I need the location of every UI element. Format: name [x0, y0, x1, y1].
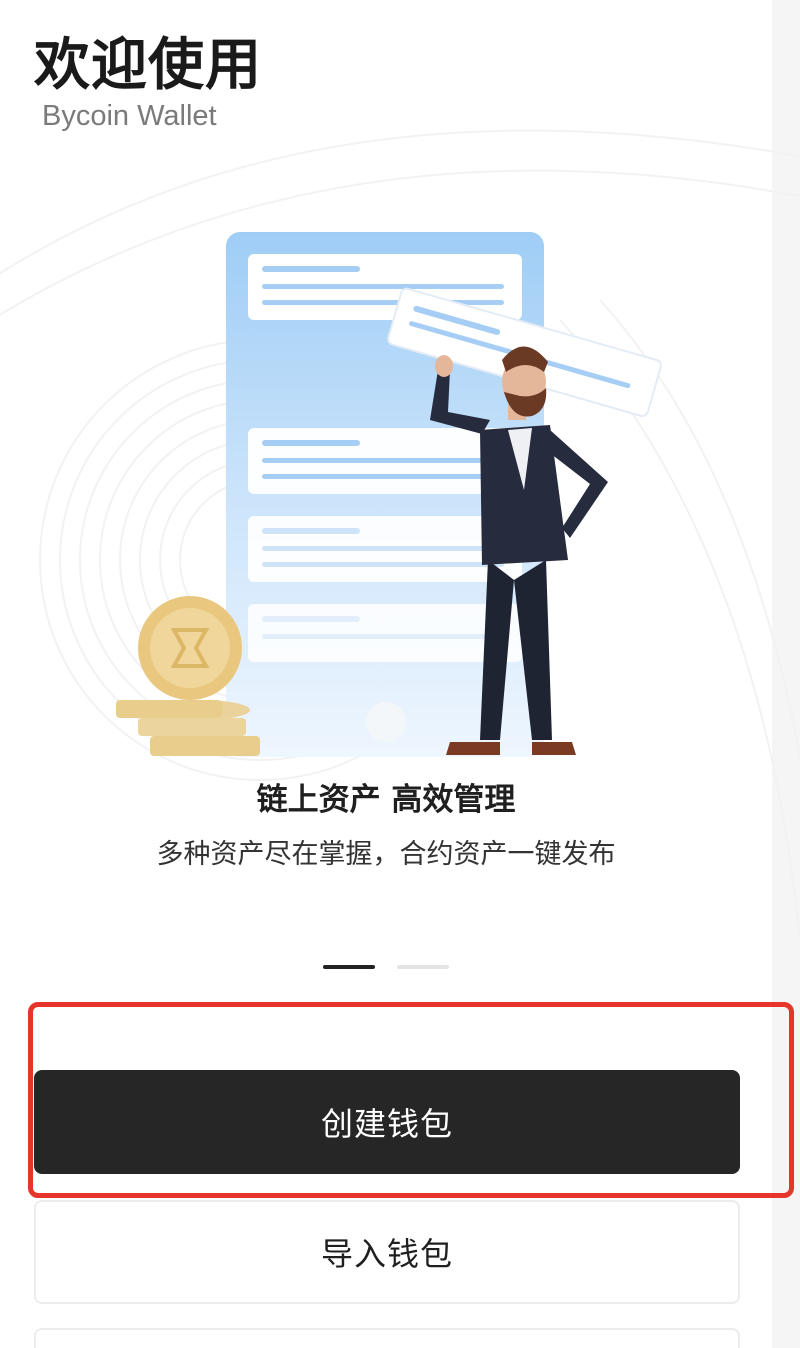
slide-description: 多种资产尽在掌握，合约资产一键发布 — [156, 839, 616, 870]
highlight-annotation-box — [28, 1002, 794, 1198]
slide-title: 链上资产 高效管理 — [256, 782, 516, 818]
import-wallet-button[interactable]: 导入钱包 — [34, 1200, 740, 1304]
welcome-screen: 欢迎使用 Bycoin Wallet 链上资产 高效管理 多种资产尽在掌握，合约… — [0, 0, 800, 1348]
page-indicator — [323, 965, 449, 969]
third-action-button[interactable] — [34, 1328, 740, 1348]
page-dot-active[interactable] — [323, 965, 375, 969]
page-title: 欢迎使用 — [34, 33, 262, 98]
wallet-illustration — [116, 232, 662, 757]
app-name-subtitle: Bycoin Wallet — [42, 100, 217, 132]
page-dot-inactive[interactable] — [397, 965, 449, 969]
